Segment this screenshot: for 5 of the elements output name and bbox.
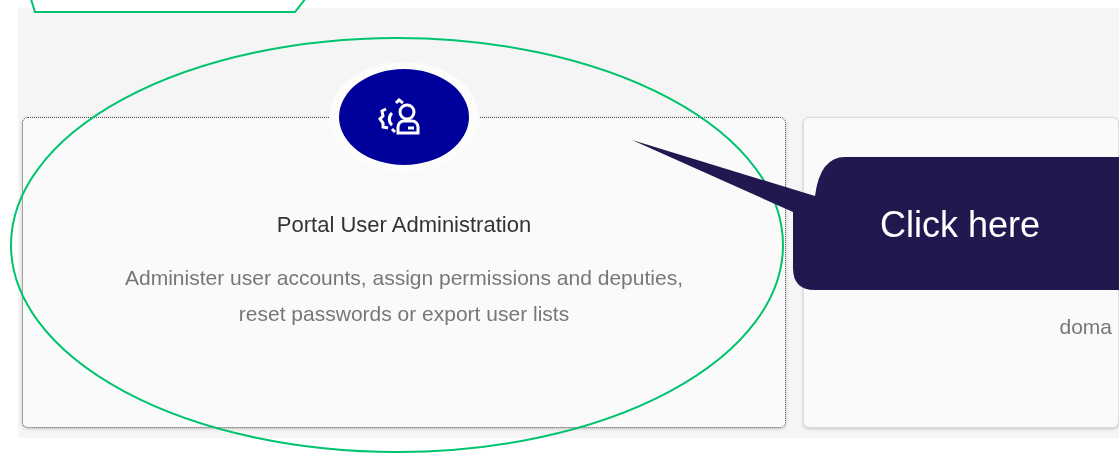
tile-card[interactable]: Portal User Administration Administer user accounts, assign permissions and deputies, reset passwords or export user lists (22, 117, 786, 428)
callout-text: Click here (880, 204, 1041, 246)
tile-title: Portal User Administration (276, 212, 532, 238)
tile-description: doma (1059, 314, 1112, 340)
tile-description: Administer user accounts, assign permissions and deputies, reset passwords or export user lists (124, 265, 684, 327)
